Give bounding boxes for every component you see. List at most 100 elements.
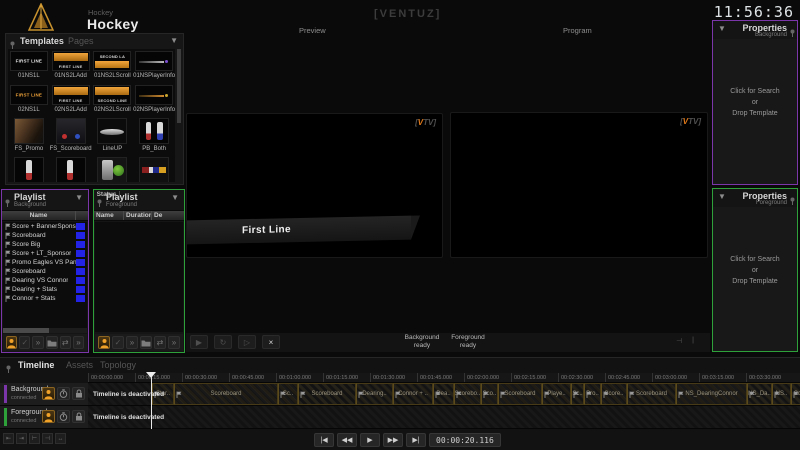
column-name[interactable]: Name (2, 211, 76, 220)
fast-forward-button[interactable]: ▶▶ (383, 433, 403, 447)
drop-template-hint[interactable]: Click for Search or Drop Template (713, 86, 797, 119)
stopwatch-button[interactable] (57, 410, 70, 423)
lock-button[interactable] (72, 387, 85, 400)
loop-button[interactable]: ↻ (214, 335, 232, 349)
timeline-clip[interactable]: Score.. (601, 383, 627, 405)
timeline-ruler[interactable]: 00:00:00.00000:00:15.00000:00:30.00000:0… (88, 373, 800, 383)
pin-icon[interactable] (790, 25, 795, 43)
dock-icon[interactable]: ⊣ (676, 337, 682, 345)
template-item[interactable]: PB_Both (133, 118, 175, 157)
cue-person-button[interactable] (42, 387, 55, 400)
chevron-down-icon[interactable]: ▼ (171, 193, 179, 202)
clear-button[interactable]: × (262, 335, 280, 349)
timeline-clip[interactable]: NS_DearingConnor (676, 383, 747, 405)
template-item[interactable] (133, 157, 175, 182)
templates-scrollbar[interactable] (177, 49, 181, 181)
column-status[interactable]: Status (94, 191, 120, 199)
tab-timeline[interactable]: Timeline (18, 360, 54, 370)
playhead-line[interactable] (151, 372, 152, 429)
timeline-clip[interactable]: NS_Da.. (747, 383, 772, 405)
playlist-row[interactable]: Promo Eagles VS Panthers (3, 258, 87, 267)
tab-pages[interactable]: Pages (68, 36, 94, 46)
marker-right-icon[interactable]: ⊣ (42, 433, 53, 444)
template-item[interactable]: SECOND LA01NS2LScroll (92, 51, 134, 85)
timeline-clip[interactable]: Scoreboard (627, 383, 676, 405)
drop-template-hint[interactable]: Click for Search or Drop Template (713, 254, 797, 287)
template-item[interactable]: FIRST LINE02NS1L (8, 85, 50, 118)
transfer-button[interactable]: ⇄ (154, 336, 166, 349)
check-button[interactable]: ✓ (112, 336, 124, 349)
playlist-row[interactable]: Score + LT_Sponsor (3, 249, 87, 258)
pin-icon[interactable] (790, 193, 795, 211)
timeline-clip[interactable]: Sc.. (278, 383, 298, 405)
timeline-clip[interactable]: Scoreboard (174, 383, 278, 405)
track-lane[interactable]: Timeline is deactivatedStar..ScoreboardS… (88, 383, 800, 405)
folder-button[interactable] (140, 336, 152, 349)
timeline-clip[interactable]: NS.. (772, 383, 791, 405)
double-chevron-button[interactable]: » (126, 336, 138, 349)
timeline-clip[interactable]: Connor + .. (393, 383, 433, 405)
check-button[interactable]: ✓ (19, 336, 30, 349)
pin-icon[interactable] (5, 195, 10, 213)
double-chevron-button[interactable]: » (32, 336, 43, 349)
chevron-down-icon[interactable]: ▼ (718, 192, 726, 201)
timeline-clip[interactable]: Sc.. (791, 383, 800, 405)
timeline-clip[interactable]: Playe.. (542, 383, 571, 405)
timeline-clip[interactable]: Sco.. (481, 383, 498, 405)
chevron-down-icon[interactable]: ▼ (75, 193, 83, 202)
template-item[interactable]: FIRST LINE01NS1L (8, 51, 50, 85)
chevron-down-icon[interactable]: ▼ (170, 36, 178, 45)
cue-person-button[interactable] (98, 336, 110, 349)
divider-icon[interactable]: | (692, 337, 694, 345)
fit-icon[interactable]: ↔ (55, 433, 66, 444)
double-chevron-button[interactable]: » (73, 336, 84, 349)
play-button[interactable]: ▶ (360, 433, 380, 447)
cue-person-button[interactable] (42, 410, 55, 423)
playlist-row[interactable]: Score Big (3, 240, 87, 249)
timeline-clip[interactable]: Pro.. (584, 383, 601, 405)
marker-left-icon[interactable]: ⊢ (29, 433, 40, 444)
template-item[interactable] (92, 157, 134, 182)
stopwatch-button[interactable] (57, 387, 70, 400)
playlist-row[interactable]: Scoreboard (3, 267, 87, 276)
playlist-row[interactable]: Dearing + Stats (3, 285, 87, 294)
cue-person-button[interactable] (6, 336, 17, 349)
tab-templates[interactable]: Templates (20, 36, 64, 46)
loop-out-icon[interactable]: ⇥ (16, 433, 27, 444)
playlist-row[interactable]: Scoreboard (3, 231, 87, 240)
playhead-handle[interactable] (146, 372, 156, 378)
template-item[interactable]: 02NSPlayerInfo (133, 85, 175, 118)
timeline-clip[interactable]: Dearing.. (356, 383, 393, 405)
template-item[interactable]: FS_Scoreboard (50, 118, 92, 157)
template-item[interactable]: FS_Promo (8, 118, 50, 157)
timeline-clip[interactable]: Dea.. (433, 383, 454, 405)
loop-in-icon[interactable]: ⇤ (3, 433, 14, 444)
template-item[interactable]: 01NSPlayerInfo (133, 51, 175, 85)
folder-button[interactable] (46, 336, 58, 349)
step-button[interactable]: ▷ (238, 335, 256, 349)
timeline-clip[interactable]: Scoreboard (498, 383, 542, 405)
template-item[interactable] (50, 157, 92, 182)
play-button[interactable]: ▶ (190, 335, 208, 349)
timeline-clip[interactable]: Sc.. (571, 383, 584, 405)
jump-end-button[interactable]: ▶| (406, 433, 426, 447)
template-item[interactable]: FIRST LINE02NS2LAdd (50, 85, 92, 118)
tab-assets[interactable]: Assets (66, 360, 93, 370)
pin-icon[interactable] (6, 361, 11, 379)
template-item[interactable]: FIRST LINE01NS2LAdd (50, 51, 92, 85)
playlist-row[interactable]: Dearing VS Connor (3, 276, 87, 285)
template-item[interactable]: SECOND LINE02NS2LScroll (92, 85, 134, 118)
tab-topology[interactable]: Topology (100, 360, 136, 370)
playlist-row[interactable]: Score + BannerSponsor (3, 222, 87, 231)
double-chevron-button[interactable]: » (168, 336, 180, 349)
chevron-down-icon[interactable]: ▼ (718, 24, 726, 33)
timeline-clip[interactable]: Scoreboard (298, 383, 356, 405)
track-lane[interactable]: Timeline is deactivated (88, 406, 800, 428)
column-delay[interactable]: De (152, 211, 184, 220)
template-item[interactable]: LineUP (92, 118, 134, 157)
rewind-button[interactable]: ◀◀ (337, 433, 357, 447)
transfer-button[interactable]: ⇄ (60, 336, 71, 349)
template-item[interactable] (8, 157, 50, 182)
jump-start-button[interactable]: |◀ (314, 433, 334, 447)
lock-button[interactable] (72, 410, 85, 423)
